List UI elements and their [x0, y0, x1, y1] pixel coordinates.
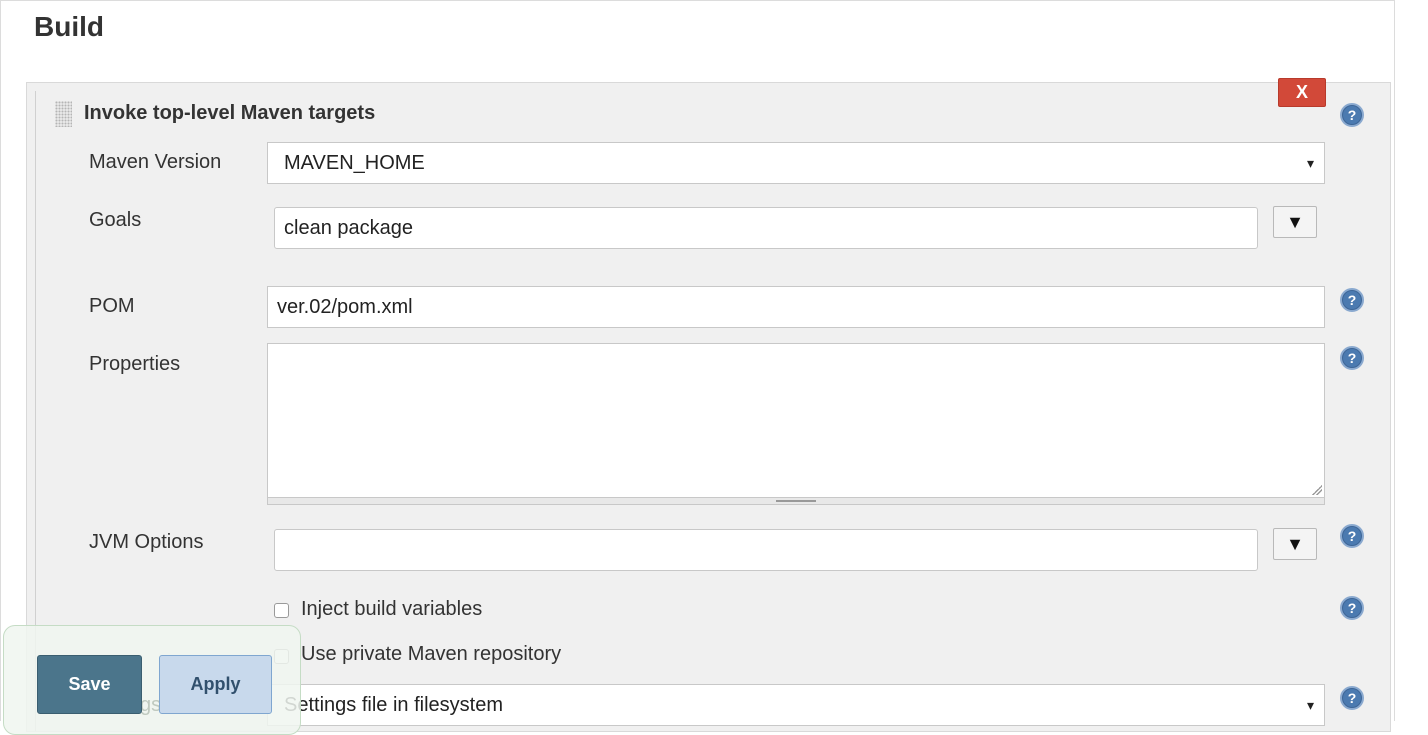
private-repository-label: Use private Maven repository	[301, 643, 562, 665]
svg-text:?: ?	[1348, 690, 1357, 706]
properties-help-icon[interactable]: ?	[1340, 346, 1364, 370]
goals-expand-button[interactable]: ▼	[1273, 206, 1317, 238]
build-step-title: Invoke top-level Maven targets	[84, 102, 376, 124]
maven-version-value: MAVEN_HOME	[284, 152, 425, 174]
svg-text:?: ?	[1348, 292, 1357, 308]
settings-label: gs	[140, 694, 162, 716]
jvm-options-input[interactable]	[274, 529, 1258, 571]
section-title: Build	[34, 11, 104, 42]
svg-text:?: ?	[1348, 600, 1357, 616]
jvm-options-label: JVM Options	[89, 531, 204, 553]
apply-button[interactable]: Apply	[159, 655, 272, 714]
jvm-options-help-icon[interactable]: ?	[1340, 524, 1364, 548]
inject-build-variables-checkbox[interactable]	[274, 603, 289, 618]
resize-grip-icon[interactable]	[1312, 485, 1322, 495]
textarea-expand-bar[interactable]	[267, 498, 1325, 505]
dropdown-arrow-icon: ▾	[1306, 155, 1314, 171]
delete-step-button[interactable]: X	[1278, 78, 1326, 107]
dropdown-arrow-icon: ▾	[1306, 697, 1314, 713]
pom-input[interactable]: ver.02/pom.xml	[267, 286, 1325, 328]
grip-notch	[776, 500, 816, 502]
help-icon[interactable]: ?	[1340, 103, 1364, 127]
jvm-options-expand-button[interactable]: ▼	[1273, 528, 1317, 560]
inject-variables-help-icon[interactable]: ?	[1340, 596, 1364, 620]
drag-handle-icon[interactable]	[55, 101, 72, 127]
save-button[interactable]: Save	[37, 655, 142, 714]
svg-text:?: ?	[1348, 350, 1357, 366]
settings-value: Settings file in filesystem	[284, 694, 503, 716]
maven-version-select[interactable]: MAVEN_HOME ▾	[267, 142, 1325, 184]
settings-select[interactable]: Settings file in filesystem ▾	[267, 684, 1325, 726]
svg-text:?: ?	[1348, 107, 1357, 123]
pom-label: POM	[89, 295, 135, 317]
properties-label: Properties	[89, 353, 181, 375]
properties-textarea[interactable]	[267, 343, 1325, 498]
settings-help-icon[interactable]: ?	[1340, 686, 1364, 710]
inject-build-variables-label: Inject build variables	[301, 598, 483, 620]
svg-text:?: ?	[1348, 528, 1357, 544]
pom-help-icon[interactable]: ?	[1340, 288, 1364, 312]
goals-label: Goals	[89, 209, 142, 231]
maven-version-label: Maven Version	[89, 151, 222, 173]
goals-input[interactable]: clean package	[274, 207, 1258, 249]
